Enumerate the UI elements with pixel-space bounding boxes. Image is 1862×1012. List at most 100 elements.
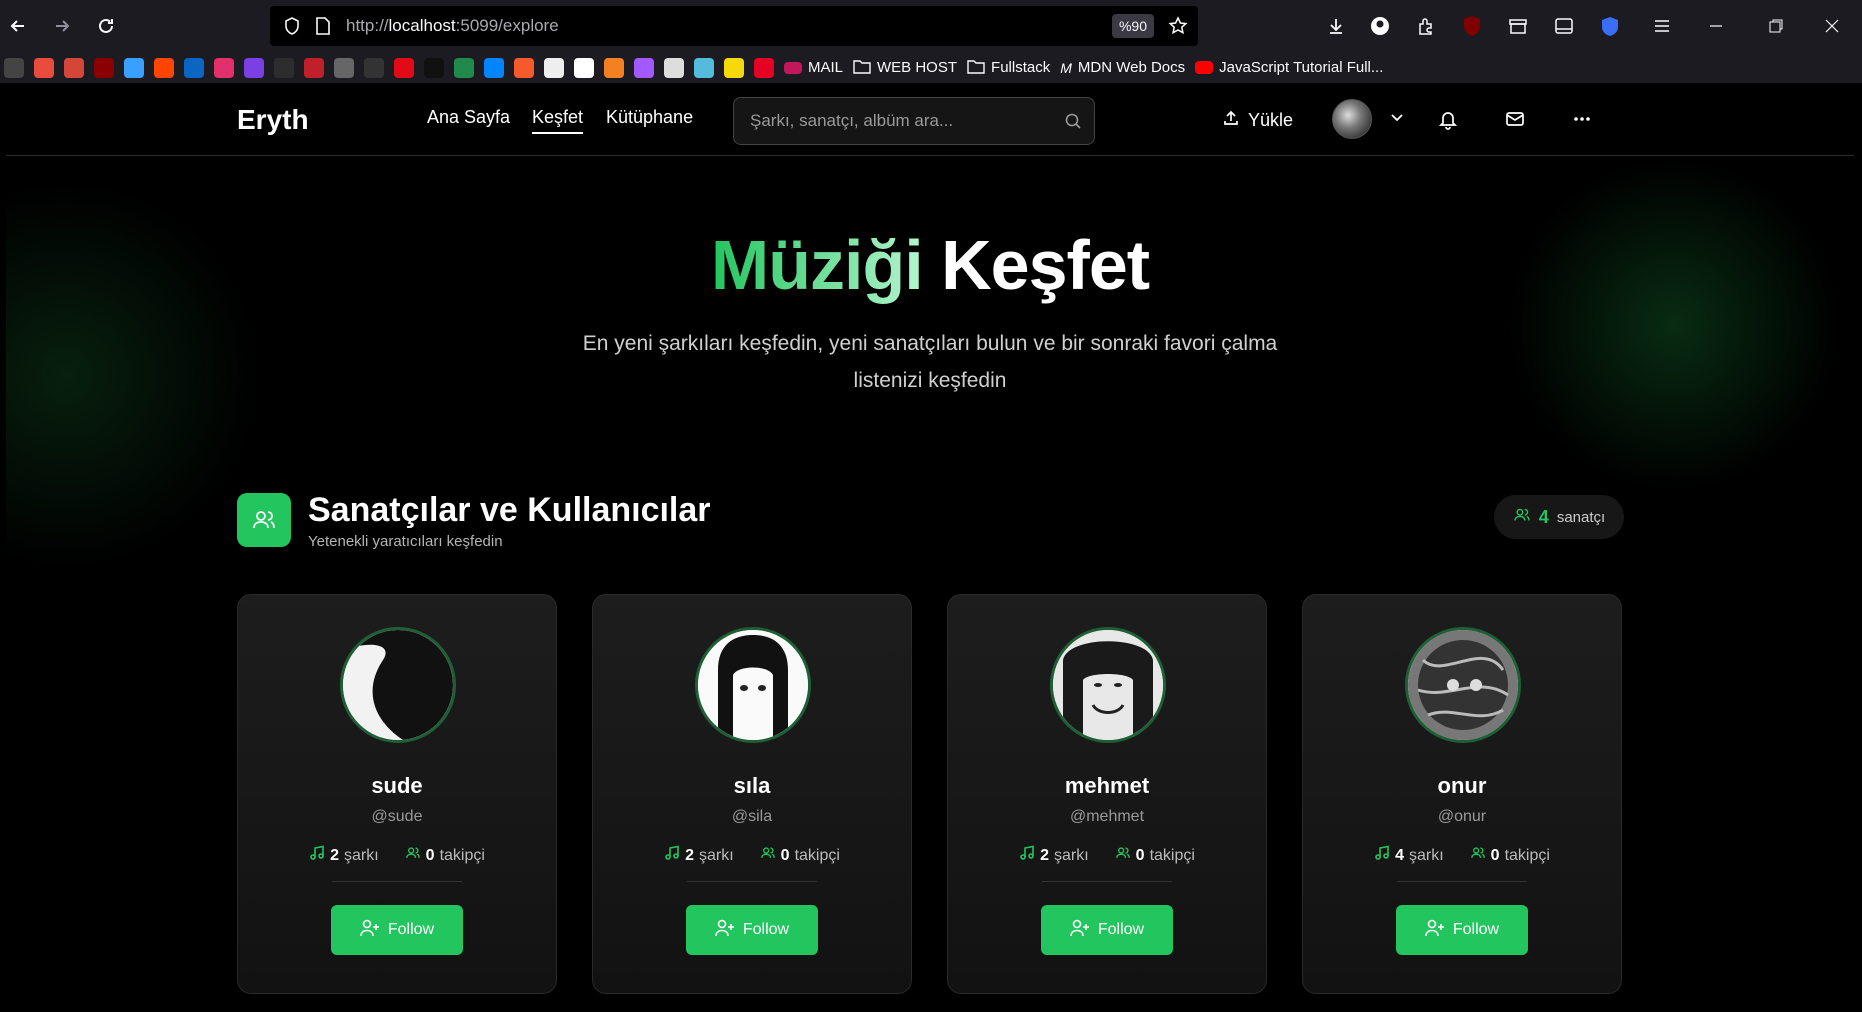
artist-name[interactable]: sıla — [593, 773, 911, 799]
medium-favicon-icon[interactable] — [574, 57, 594, 78]
page-icon[interactable] — [314, 16, 332, 41]
artist-avatar[interactable] — [340, 627, 456, 743]
nav-library-link[interactable]: Kütüphane — [606, 107, 693, 128]
minimize-icon[interactable] — [1702, 12, 1730, 40]
artist-avatar[interactable] — [695, 627, 811, 743]
youtube-favicon-icon — [1195, 61, 1214, 74]
address-bar[interactable]: http://localhost:5099/explore %90 — [270, 6, 1198, 46]
follow-button[interactable]: Follow — [1396, 905, 1528, 955]
search-icon[interactable] — [1064, 112, 1082, 135]
artist-name[interactable]: onur — [1303, 773, 1621, 799]
songs-label: şarkı — [698, 846, 734, 864]
bookmark-favicon-icon[interactable] — [484, 57, 504, 78]
bookmark-favicon-icon[interactable] — [244, 57, 264, 78]
github-favicon-icon[interactable] — [274, 57, 294, 78]
bookmark-mdn[interactable]: M MDN Web Docs — [1060, 59, 1185, 76]
gmail-favicon-icon[interactable] — [64, 57, 84, 78]
bookmark-favicon-icon[interactable] — [124, 57, 144, 78]
songs-label: şarkı — [1408, 846, 1444, 864]
bookmark-favicon-icon[interactable] — [724, 57, 744, 78]
pinterest-favicon-icon[interactable] — [754, 57, 774, 78]
songs-stat: 2 şarkı — [664, 845, 734, 866]
menu-icon[interactable] — [1648, 12, 1676, 40]
sidebar-icon[interactable] — [1550, 12, 1578, 40]
divider — [1397, 881, 1527, 882]
bookmark-web-host[interactable]: WEB HOST — [853, 58, 957, 78]
follow-label: Follow — [742, 921, 790, 938]
bookmark-favicon-icon[interactable] — [4, 57, 24, 78]
upload-button[interactable]: Yükle — [1222, 103, 1293, 137]
forward-arrow-icon[interactable] — [48, 12, 76, 40]
follow-label: Follow — [1452, 921, 1500, 938]
reload-icon[interactable] — [92, 12, 120, 40]
figma-favicon-icon[interactable] — [634, 57, 654, 78]
star-icon[interactable] — [1168, 16, 1188, 41]
artist-avatar[interactable] — [1405, 627, 1521, 743]
reddit-favicon-icon[interactable] — [154, 57, 174, 78]
shield-icon[interactable] — [282, 16, 302, 41]
songs-stat: 4 şarkı — [1374, 845, 1444, 866]
nav-explore-link[interactable]: Keşfet — [532, 107, 584, 134]
artist-card[interactable]: sude @sude 2 şarkı 0 takipçi Follow — [237, 594, 557, 994]
stackoverflow-favicon-icon[interactable] — [604, 57, 624, 78]
bookmark-favicon-icon[interactable] — [304, 57, 324, 78]
follow-button[interactable]: Follow — [686, 905, 818, 955]
mail-icon[interactable] — [1499, 103, 1531, 135]
artist-card[interactable]: sıla @sila 2 şarkı 0 takipçi Follow — [592, 594, 912, 994]
artist-count: 4 — [1538, 506, 1549, 527]
bookmark-favicon-icon[interactable] — [424, 57, 444, 78]
artist-handle: @mehmet — [1069, 808, 1145, 825]
artist-name[interactable]: mehmet — [948, 773, 1266, 799]
bookmark-favicon-icon[interactable] — [544, 57, 564, 78]
bookmark-favicon-icon[interactable] — [394, 57, 414, 78]
bookmark-favicon-icon[interactable] — [514, 57, 534, 78]
follow-button[interactable]: Follow — [331, 905, 463, 955]
site-logo[interactable]: Eryth — [237, 104, 309, 136]
bookmark-favicon-icon[interactable] — [694, 57, 714, 78]
search-input[interactable] — [750, 98, 1050, 144]
bookmark-favicon-icon[interactable] — [454, 57, 474, 78]
nav-home-link[interactable]: Ana Sayfa — [427, 107, 510, 128]
globe-favicon-icon[interactable] — [334, 57, 354, 78]
linkedin-favicon-icon[interactable] — [184, 57, 204, 78]
bell-icon[interactable] — [1432, 103, 1464, 135]
followers-label: takipçi — [439, 846, 485, 864]
artist-name[interactable]: sude — [238, 773, 556, 799]
user-plus-icon — [1425, 919, 1445, 942]
container-icon[interactable] — [1504, 12, 1532, 40]
ublock-icon[interactable] — [1458, 12, 1486, 40]
dev-favicon-icon[interactable] — [364, 57, 384, 78]
bookmark-favicon-icon[interactable] — [94, 57, 114, 78]
artist-card[interactable]: mehmet @mehmet 2 şarkı 0 takipçi Follow — [947, 594, 1267, 994]
hero-title-highlight: Müziği — [710, 226, 924, 304]
close-icon[interactable] — [1818, 12, 1846, 40]
download-icon[interactable] — [1322, 12, 1350, 40]
users-icon — [405, 845, 421, 866]
bookmark-mail[interactable]: MAIL — [784, 59, 843, 76]
follow-label: Follow — [387, 921, 435, 938]
follow-button[interactable]: Follow — [1041, 905, 1173, 955]
users-icon — [1470, 845, 1486, 866]
instagram-favicon-icon[interactable] — [214, 57, 234, 78]
user-avatar[interactable] — [1332, 99, 1372, 139]
bookmark-js-tutorial[interactable]: JavaScript Tutorial Full... — [1195, 59, 1383, 76]
account-icon[interactable] — [1366, 12, 1394, 40]
artist-avatar[interactable] — [1050, 627, 1166, 743]
followers-count: 0 — [780, 846, 790, 864]
restore-icon[interactable] — [1762, 12, 1790, 40]
site-header: Eryth Ana Sayfa Keşfet Kütüphane Yükle — [6, 85, 1854, 156]
url-path: :5099/explore — [455, 16, 559, 35]
artist-card[interactable]: onur @onur 4 şarkı 0 takipçi Follow — [1302, 594, 1622, 994]
bookmark-fullstack[interactable]: Fullstack — [967, 58, 1050, 78]
artist-stats: 4 şarkı 0 takipçi — [1303, 845, 1621, 866]
mdn-favicon-icon: M — [1060, 59, 1072, 76]
chevron-down-icon[interactable] — [1389, 109, 1405, 130]
notification-extension-icon[interactable] — [1596, 12, 1624, 40]
back-arrow-icon[interactable] — [4, 12, 32, 40]
more-icon[interactable] — [1566, 103, 1598, 135]
extensions-icon[interactable] — [1412, 12, 1440, 40]
url-host: localhost — [388, 16, 456, 35]
zoom-level-badge[interactable]: %90 — [1112, 14, 1154, 38]
bookmark-favicon-icon[interactable] — [664, 57, 684, 78]
youtube-favicon-icon[interactable] — [34, 57, 54, 78]
